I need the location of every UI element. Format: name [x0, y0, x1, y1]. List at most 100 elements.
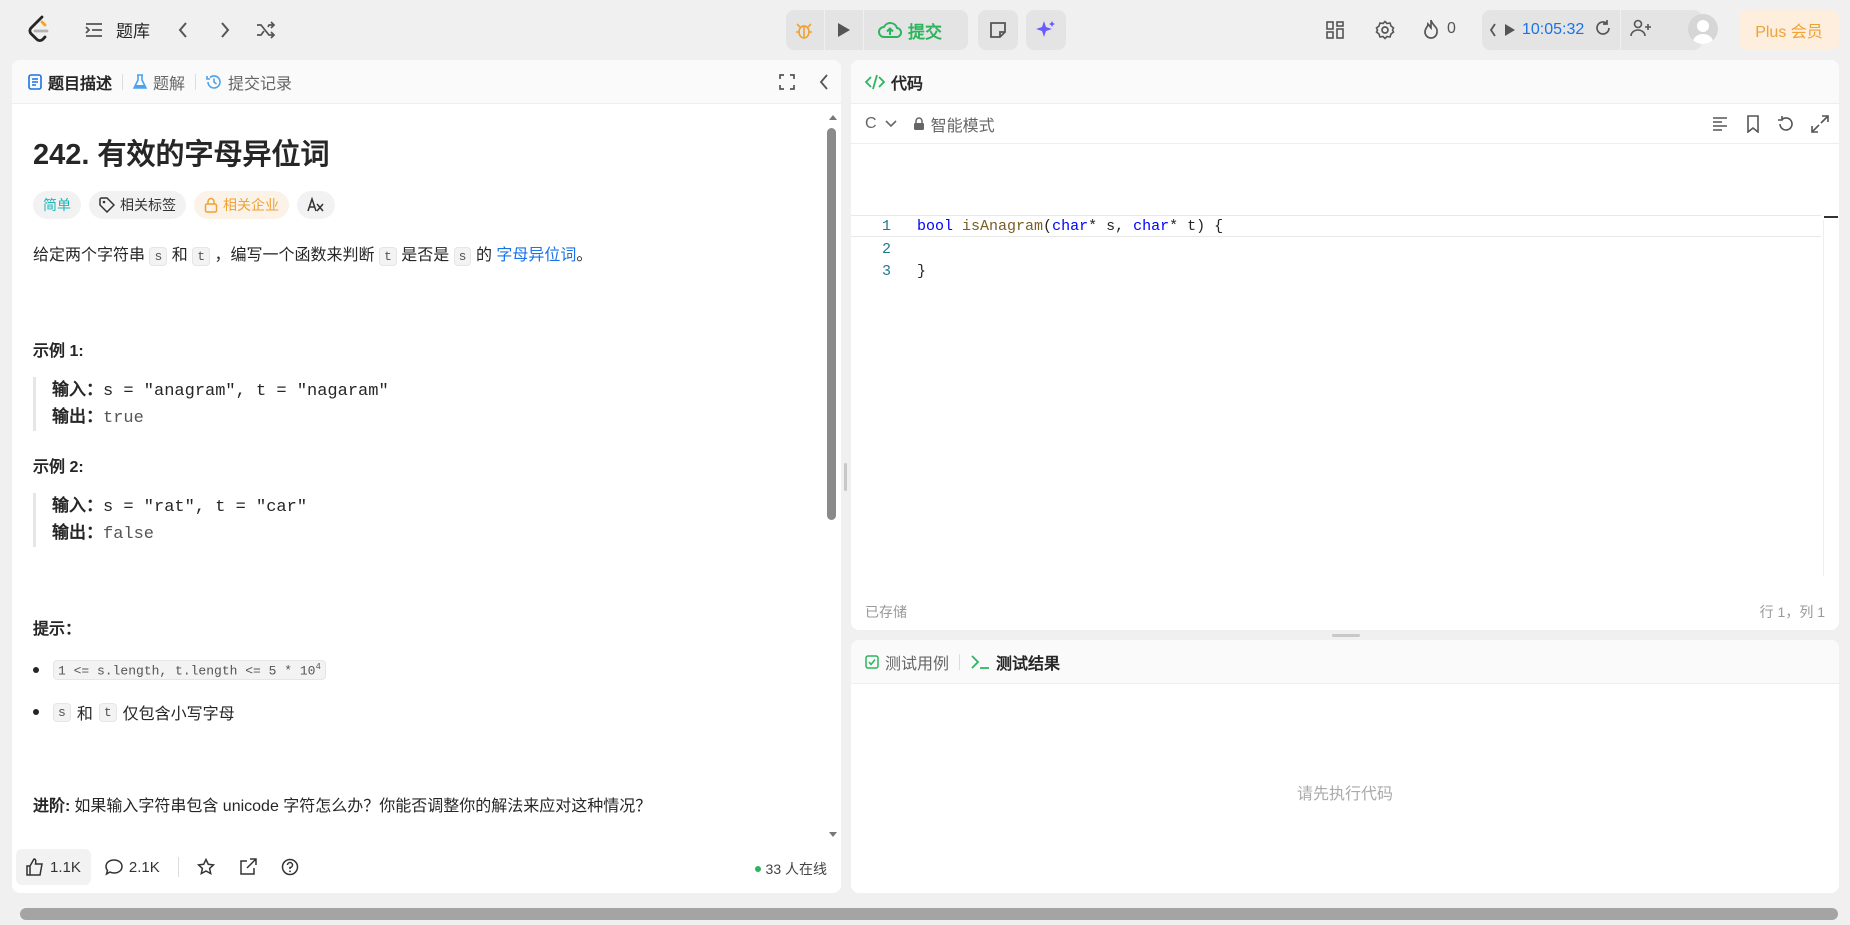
code-editor[interactable]: 1 bool isAnagram(char* s, char* t) { 2 3…: [851, 146, 1839, 576]
companies-tag-button[interactable]: 相关企业: [194, 191, 289, 219]
translate-icon: [307, 197, 324, 212]
note-button[interactable]: [978, 10, 1018, 50]
timer-group: 10:05:32: [1482, 10, 1702, 50]
random-problem-button[interactable]: [247, 11, 285, 49]
example2-output: false: [103, 525, 155, 544]
collapse-panel-button[interactable]: [819, 73, 829, 96]
line-number: 2: [881, 240, 891, 258]
tab-description[interactable]: 题目描述: [28, 70, 112, 94]
online-label: 33 人在线: [765, 861, 827, 877]
tab-description-label: 题目描述: [48, 75, 113, 93]
comments-button[interactable]: 2.1K: [95, 849, 170, 885]
bookmark-icon[interactable]: [1745, 115, 1761, 133]
inline-code: t: [98, 702, 117, 722]
comment-icon: [105, 859, 123, 876]
invite-user-button[interactable]: [1630, 19, 1652, 42]
horizontal-resize-handle[interactable]: [1332, 634, 1360, 637]
editor-actions: [1711, 115, 1829, 133]
cloud-upload-icon: [878, 22, 902, 38]
settings-button[interactable]: [1366, 11, 1404, 49]
problem-panel: 题目描述 题解 提交记录 242. 有效的字母异位词 简单 相关标签 相关企业: [12, 60, 841, 893]
test-panel: 测试用例 测试结果 请先执行代码: [851, 640, 1839, 893]
ai-assistant-button[interactable]: [1026, 10, 1066, 50]
scroll-up-icon[interactable]: [827, 112, 839, 122]
anagram-link[interactable]: 字母异位词: [496, 247, 576, 264]
online-count: 33 人在线: [754, 859, 827, 879]
tab-testcase[interactable]: 测试用例: [865, 650, 949, 674]
reset-icon[interactable]: [1777, 115, 1795, 133]
punct: (: [1043, 217, 1053, 235]
translate-button[interactable]: [297, 191, 335, 219]
code-line: 1 bool isAnagram(char* s, char* t) {: [851, 215, 1821, 237]
help-button[interactable]: [271, 849, 309, 885]
language-select[interactable]: C: [865, 115, 897, 133]
timer-start-button[interactable]: 10:05:32: [1504, 21, 1584, 39]
desc-text: 给定两个字符串: [33, 247, 146, 264]
favorite-button[interactable]: [187, 849, 225, 885]
editor-scroll-track: [1823, 220, 1824, 576]
timer-collapse-button[interactable]: [1482, 23, 1504, 37]
example1-block: 输入：s = "anagram", t = "nagaram" 输出：true: [33, 377, 533, 431]
keyword: bool: [917, 217, 954, 235]
tab-solutions[interactable]: 题解: [133, 70, 185, 94]
hint1-sup: 4: [315, 662, 321, 672]
tab-submissions[interactable]: 提交记录: [206, 70, 292, 94]
run-button[interactable]: [825, 11, 863, 49]
share-button[interactable]: [229, 849, 267, 885]
leetcode-logo-icon[interactable]: [24, 14, 54, 46]
plus-membership-button[interactable]: Plus 会员: [1739, 10, 1839, 50]
language-label: C: [865, 114, 877, 132]
maximize-icon[interactable]: [1811, 115, 1829, 133]
tag-icon: [99, 197, 115, 213]
streak-count: 0: [1447, 20, 1456, 37]
debug-button[interactable]: [786, 11, 824, 49]
problem-tabs: 题目描述 题解 提交记录: [12, 60, 841, 104]
problem-list-button[interactable]: 题库: [84, 17, 150, 42]
topics-tag-button[interactable]: 相关标签: [89, 191, 186, 219]
format-icon[interactable]: [1711, 115, 1729, 133]
fullscreen-button[interactable]: [779, 74, 795, 95]
inline-code: t: [192, 247, 211, 266]
inline-code: s: [149, 247, 168, 266]
lock-icon: [913, 116, 924, 130]
next-problem-button[interactable]: [206, 11, 244, 49]
minimap-cursor: [1824, 216, 1838, 218]
tab-test-result[interactable]: 测试结果: [970, 650, 1060, 674]
streak-counter[interactable]: 0: [1423, 19, 1456, 39]
run-submit-group: 提交: [786, 10, 968, 50]
difficulty-badge[interactable]: 简单: [33, 191, 81, 219]
hint2-text: 仅包含小写字母: [122, 706, 235, 723]
timer-reset-button[interactable]: [1594, 19, 1612, 42]
smart-mode-toggle[interactable]: 智能模式: [913, 112, 995, 136]
code-line: 3 }: [851, 260, 1821, 282]
scroll-down-icon[interactable]: [827, 830, 839, 840]
hint1-text: 1 <= s.length, t.length <= 5 * 10: [58, 663, 316, 679]
punct: * t) {: [1169, 217, 1224, 235]
flame-icon: [1424, 19, 1438, 39]
avatar[interactable]: [1688, 14, 1718, 44]
external-link-icon: [239, 858, 257, 875]
page-horizontal-scrollbar[interactable]: [20, 908, 1838, 920]
tab-test-result-label: 测试结果: [996, 655, 1061, 673]
example2-title: 示例 2:: [33, 459, 84, 476]
line-text: }: [917, 262, 927, 280]
advanced-note: 进阶: 如果输入字符串包含 unicode 字符怎么办？你能否调整你的解法来应对…: [33, 792, 651, 816]
problem-title: 242. 有效的字母异位词: [33, 139, 330, 171]
sparkle-icon: [1036, 21, 1055, 37]
timer-display: 10:05:32: [1522, 21, 1585, 38]
cursor-position: 行 1，列 1: [1759, 604, 1825, 620]
submit-button[interactable]: 提交: [864, 10, 956, 50]
scrollbar-thumb[interactable]: [827, 128, 836, 520]
empty-result-message: 请先执行代码: [1296, 786, 1393, 803]
code-panel-header: 代码: [851, 60, 1839, 104]
tab-solutions-label: 题解: [153, 75, 186, 93]
like-button[interactable]: 1.1K: [16, 849, 91, 885]
desc-text: 的: [475, 247, 492, 264]
vertical-resize-handle[interactable]: [844, 463, 847, 491]
prev-problem-button[interactable]: [164, 11, 202, 49]
online-dot-icon: [754, 866, 761, 872]
problem-tags: 简单 相关标签 相关企业: [33, 191, 335, 219]
layout-button[interactable]: [1316, 11, 1354, 49]
saved-status: 已存储: [865, 604, 907, 620]
tab-code[interactable]: 代码: [865, 70, 923, 94]
